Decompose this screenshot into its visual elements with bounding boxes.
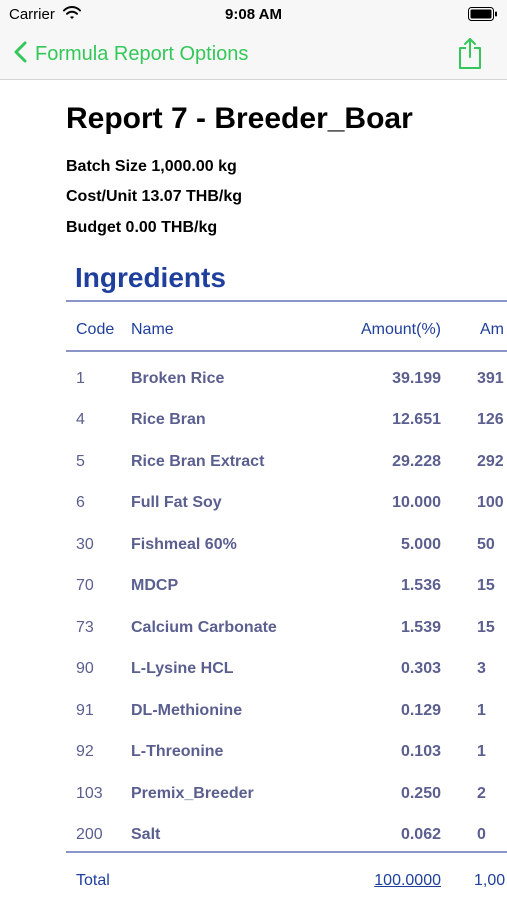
code-cell: 200 — [76, 826, 103, 843]
name-cell: Rice Bran Extract — [131, 453, 265, 470]
name-cell: Salt — [131, 826, 161, 843]
name-cell: Fishmeal 60% — [131, 536, 237, 553]
report-title: Report 7 - Breeder_Boar — [66, 102, 413, 135]
code-cell: 6 — [76, 494, 85, 511]
amount-cell: 100 — [477, 494, 504, 511]
chevron-left-icon — [14, 41, 27, 68]
back-button[interactable]: Formula Report Options — [14, 39, 248, 69]
batch-size: Batch Size 1,000.00 kg — [66, 158, 237, 175]
code-cell: 91 — [76, 702, 94, 719]
section-divider — [66, 300, 507, 302]
amount-percent-cell: 1.536 — [400, 577, 441, 594]
amount-percent-cell: 0.303 — [400, 660, 441, 677]
header-divider — [66, 350, 507, 352]
share-button[interactable] — [457, 36, 483, 75]
name-cell: Rice Bran — [131, 411, 206, 428]
amount-cell: 15 — [477, 577, 495, 594]
amount-percent-cell: 5.000 — [400, 536, 441, 553]
amount-percent-cell: 39.199 — [392, 370, 441, 387]
total-divider — [66, 851, 507, 853]
total-amount-percent-link[interactable]: 100.0000 — [374, 872, 441, 890]
code-cell: 5 — [76, 453, 85, 470]
amount-cell: 391 — [477, 370, 504, 387]
name-cell: L-Threonine — [131, 743, 224, 760]
name-cell: Premix_Breeder — [131, 785, 254, 802]
amount-cell: 2 — [477, 785, 486, 802]
total-label: Total — [76, 872, 110, 889]
code-cell: 30 — [76, 536, 94, 553]
amount-percent-cell: 0.062 — [400, 826, 441, 843]
code-cell: 92 — [76, 743, 94, 760]
share-icon — [457, 38, 483, 74]
amount-percent-cell: 0.129 — [400, 702, 441, 719]
back-button-label: Formula Report Options — [35, 42, 249, 65]
code-cell: 70 — [76, 577, 94, 594]
amount-percent-cell: 29.228 — [392, 453, 441, 470]
report-view[interactable]: Report 7 - Breeder_Boar Batch Size 1,000… — [0, 80, 507, 900]
amount-cell: 126 — [477, 411, 504, 428]
amount-percent-cell: 0.103 — [400, 743, 441, 760]
clock: 9:08 AM — [225, 6, 282, 23]
amount-cell: 292 — [477, 453, 504, 470]
amount-cell: 3 — [477, 660, 486, 677]
code-cell: 73 — [76, 619, 94, 636]
code-cell: 90 — [76, 660, 94, 677]
amount-cell: 15 — [477, 619, 495, 636]
amount-percent-cell: 12.651 — [392, 411, 441, 428]
amount-cell: 1 — [477, 743, 486, 760]
column-header-name: Name — [131, 321, 174, 338]
amount-percent-cell: 0.250 — [400, 785, 441, 802]
amount-cell: 1 — [477, 702, 486, 719]
status-bar: Carrier 9:08 AM — [0, 0, 507, 30]
budget: Budget 0.00 THB/kg — [66, 219, 218, 236]
amount-percent-cell: 1.539 — [400, 619, 441, 636]
code-cell: 1 — [76, 370, 85, 387]
amount-percent-cell: 10.000 — [392, 494, 441, 511]
name-cell: Calcium Carbonate — [131, 619, 277, 636]
name-cell: Full Fat Soy — [131, 494, 222, 511]
name-cell: Broken Rice — [131, 370, 225, 387]
ingredients-heading: Ingredients — [75, 262, 226, 293]
code-cell: 103 — [76, 785, 103, 802]
cost-per-unit: Cost/Unit 13.07 THB/kg — [66, 188, 243, 205]
amount-cell: 0 — [477, 826, 486, 843]
name-cell: MDCP — [131, 577, 179, 594]
name-cell: DL-Methionine — [131, 702, 243, 719]
name-cell: L-Lysine HCL — [131, 660, 234, 677]
column-header-code: Code — [76, 321, 115, 338]
code-cell: 4 — [76, 411, 85, 428]
navigation-bar: Formula Report Options — [0, 30, 507, 80]
battery-icon — [468, 7, 498, 26]
amount-cell: 50 — [477, 536, 495, 553]
total-amount: 1,00 — [474, 872, 506, 889]
column-header-amount-percent: Amount(%) — [360, 321, 441, 338]
column-header-amount: Am — [480, 321, 504, 338]
